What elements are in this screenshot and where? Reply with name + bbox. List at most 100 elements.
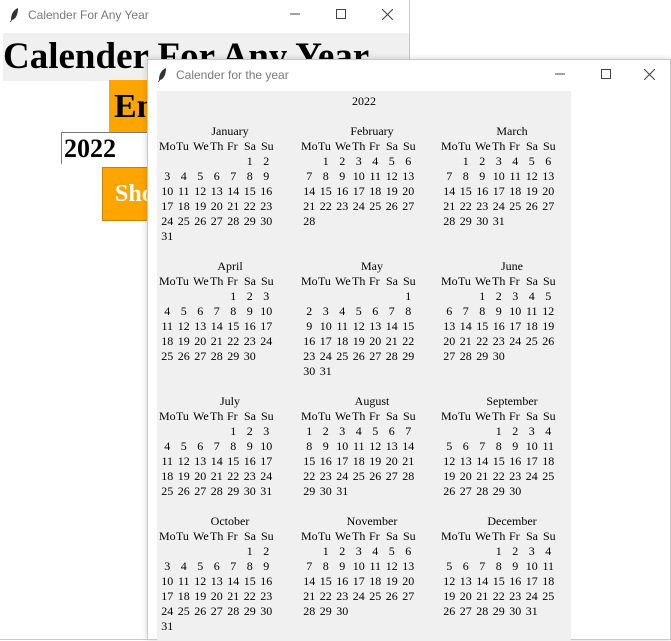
- day-cell: 9: [306, 319, 313, 333]
- day-cell: [351, 604, 368, 619]
- month-september: September Mo Tu We Th Fr Sa Su 1 2 3 4 5 6 7 8 9 10 11 12 13…: [441, 394, 583, 499]
- day-name: Sa: [386, 139, 398, 153]
- day-cell: 8: [462, 169, 469, 183]
- day-cell: 14: [476, 574, 489, 588]
- week-row: 16 17 18 19 20 21 22: [301, 334, 443, 349]
- day-cell: 10: [161, 574, 174, 588]
- day-cell: 28: [210, 349, 223, 363]
- day-cell: 11: [177, 574, 190, 588]
- week-row: 3456789: [159, 169, 301, 184]
- day-cell: 4: [372, 544, 379, 558]
- maximize-button[interactable]: [583, 60, 629, 90]
- day-name: Su: [543, 274, 556, 288]
- week-row: 13 14 15 16 17 18 19: [441, 319, 583, 334]
- day-cell: 5: [446, 439, 453, 453]
- day-cell: [367, 214, 384, 229]
- day-cell: 9: [479, 169, 486, 183]
- day-cell: 29: [402, 349, 415, 363]
- day-cell: 1: [246, 544, 253, 558]
- day-name: Th: [352, 274, 366, 288]
- day-cell: 12: [525, 169, 538, 183]
- day-cell: 11: [161, 319, 174, 333]
- day-name: Sa: [526, 274, 538, 288]
- day-cell: [507, 349, 524, 364]
- minimize-icon: [290, 13, 300, 15]
- day-cell: 8: [479, 304, 486, 318]
- close-button[interactable]: [364, 0, 410, 30]
- day-name: Su: [403, 139, 416, 153]
- day-cell: 16: [303, 334, 316, 348]
- day-cell: [159, 154, 176, 169]
- day-name: Tu: [458, 529, 471, 543]
- main-titlebar[interactable]: Calender For Any Year: [0, 0, 409, 30]
- day-cell: 17: [509, 319, 522, 333]
- day-cell: 19: [443, 469, 456, 483]
- day-name: Su: [261, 529, 274, 543]
- day-cell: 25: [336, 349, 349, 363]
- day-cell: 18: [542, 574, 555, 588]
- day-name: Fr: [369, 409, 380, 423]
- day-cell: 19: [525, 184, 538, 198]
- day-cell: 28: [227, 604, 240, 618]
- month-october: October Mo Tu We Th Fr Sa Su 1 2 3 4 5 6 7 8 9 10 11 12 13 14…: [159, 514, 301, 634]
- day-name: Mo: [159, 529, 176, 543]
- day-cell: 2: [479, 154, 486, 168]
- day-cell: 2: [246, 424, 253, 438]
- day-cell: 24: [260, 469, 273, 483]
- day-cell: 30: [492, 349, 505, 363]
- month-name: June: [501, 259, 523, 273]
- day-cell: 22: [243, 589, 256, 603]
- day-cell: 8: [322, 559, 329, 573]
- minimize-button[interactable]: [537, 60, 583, 90]
- year-input[interactable]: 2022: [61, 132, 156, 164]
- day-cell: 16: [492, 319, 505, 333]
- week-row: 2345678: [301, 304, 443, 319]
- day-cell: 5: [388, 544, 395, 558]
- day-cell: [351, 289, 368, 304]
- day-name: Tu: [458, 139, 471, 153]
- day-cell: 7: [462, 304, 469, 318]
- day-cell: 19: [352, 334, 365, 348]
- day-name: We: [193, 529, 209, 543]
- month-august: August Mo Tu We Th Fr Sa Su 1 2 3 4 5 6 7 8 9 10 11 12 13 14 1…: [301, 394, 443, 499]
- day-cell: [258, 619, 275, 634]
- day-cell: 24: [161, 214, 174, 228]
- day-cell: 6: [462, 439, 469, 453]
- day-cell: 18: [542, 454, 555, 468]
- day-cell: 24: [336, 469, 349, 483]
- day-cell: 10: [260, 439, 273, 453]
- day-cell: 4: [355, 424, 362, 438]
- day-cell: 24: [492, 199, 505, 213]
- month-july: July Mo Tu We Th Fr Sa Su 1 2 3 4 5 6 7 8 9 10 11 12 13 14 15 1…: [159, 394, 301, 499]
- day-cell: 21: [385, 334, 398, 348]
- day-cell: 1: [405, 289, 412, 303]
- day-name: Sa: [386, 409, 398, 423]
- day-cell: 30: [260, 604, 273, 618]
- day-cell: 28: [459, 349, 472, 363]
- day-cell: 11: [542, 439, 555, 453]
- day-name: Fr: [227, 529, 238, 543]
- day-cell: 6: [545, 154, 552, 168]
- maximize-button[interactable]: [318, 0, 364, 30]
- minimize-button[interactable]: [272, 0, 318, 30]
- day-cell: 1: [306, 424, 313, 438]
- day-cell: 11: [542, 559, 555, 573]
- day-name: Tu: [318, 274, 331, 288]
- day-cell: 13: [402, 559, 415, 573]
- day-cell: 15: [227, 319, 240, 333]
- week-row: 1234567: [301, 424, 443, 439]
- day-cell: 13: [210, 574, 223, 588]
- day-cell: 31: [260, 484, 273, 498]
- day-cell: 25: [161, 349, 174, 363]
- day-cell: 6: [213, 169, 220, 183]
- day-cell: 24: [319, 349, 332, 363]
- day-cell: 12: [385, 559, 398, 573]
- day-cell: 6: [405, 544, 412, 558]
- day-cell: 17: [352, 184, 365, 198]
- day-cell: 22: [319, 199, 332, 213]
- close-button[interactable]: [626, 60, 671, 90]
- close-icon: [644, 69, 655, 80]
- calendar-titlebar[interactable]: Calender for the year: [148, 60, 670, 90]
- day-cell: 18: [525, 319, 538, 333]
- day-name: Sa: [386, 529, 398, 543]
